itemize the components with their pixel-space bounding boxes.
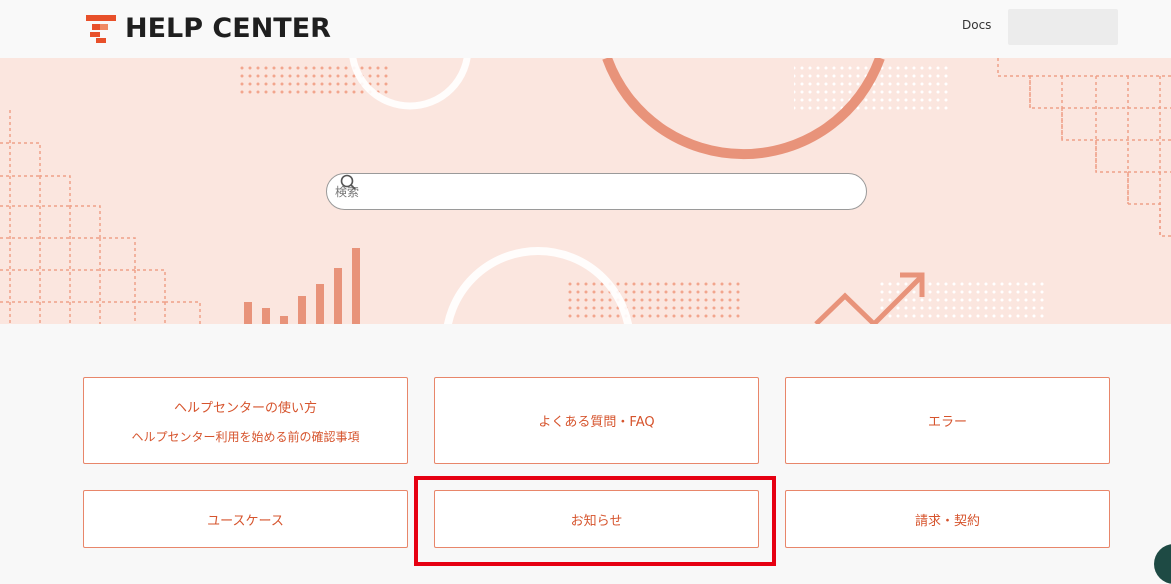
category-card-billing[interactable]: 請求・契約 xyxy=(785,490,1110,548)
category-title: エラー xyxy=(927,415,967,430)
user-menu[interactable] xyxy=(1008,9,1118,45)
search-bar[interactable] xyxy=(326,173,867,210)
category-card-use-cases[interactable]: ユースケース xyxy=(83,490,408,548)
search-input[interactable] xyxy=(335,184,815,199)
logo-text: HELP CENTER xyxy=(125,13,331,44)
category-subtitle: ヘルプセンター利用を始める前の確認事項 xyxy=(131,429,360,444)
category-title: ヘルプセンターの使い方 xyxy=(173,400,317,416)
site-logo[interactable]: HELP CENTER xyxy=(86,13,331,44)
highlight-box xyxy=(414,476,776,566)
category-card-error[interactable]: エラー xyxy=(785,377,1110,464)
category-title: よくある質問・FAQ xyxy=(538,415,655,430)
category-title: 請求・契約 xyxy=(914,513,980,529)
category-title: ユースケース xyxy=(207,513,284,529)
top-header: HELP CENTER Docs xyxy=(0,0,1171,58)
docs-link[interactable]: Docs xyxy=(962,18,991,32)
search-icon xyxy=(340,174,357,191)
category-card-faq[interactable]: よくある質問・FAQ xyxy=(434,377,759,464)
logo-icon xyxy=(86,14,116,43)
category-card-help-usage[interactable]: ヘルプセンターの使い方 ヘルプセンター利用を始める前の確認事項 xyxy=(83,377,408,464)
hero-banner xyxy=(0,58,1171,324)
chat-widget-button[interactable] xyxy=(1154,544,1171,584)
